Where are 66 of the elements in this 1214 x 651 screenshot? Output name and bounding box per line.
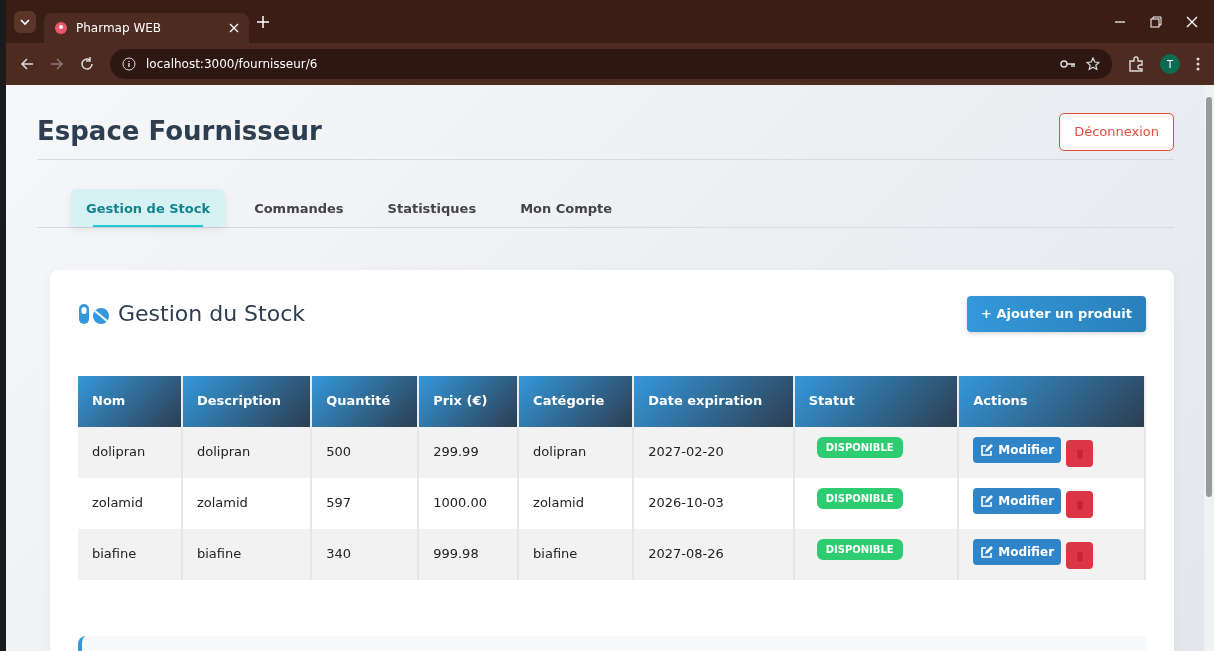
key-icon[interactable] bbox=[1060, 59, 1076, 69]
menu-icon[interactable] bbox=[1196, 57, 1200, 71]
table-cell: 597 bbox=[311, 477, 419, 529]
table-cell: 299.99 bbox=[418, 426, 519, 478]
browser-tab[interactable]: Pharmap WEB bbox=[44, 12, 249, 43]
edit-icon bbox=[980, 494, 994, 508]
delete-button[interactable] bbox=[1066, 490, 1094, 518]
column-header: Actions bbox=[958, 375, 1145, 427]
puzzle-icon[interactable] bbox=[1128, 56, 1144, 72]
table-cell: zolamid bbox=[78, 477, 182, 529]
forward-icon[interactable] bbox=[50, 57, 64, 71]
tab-title: Pharmap WEB bbox=[76, 19, 163, 37]
edit-button[interactable]: Modifier bbox=[973, 539, 1062, 566]
profile-avatar[interactable]: T bbox=[1160, 54, 1180, 74]
table-cell: 999.98 bbox=[418, 528, 519, 580]
edit-icon bbox=[980, 545, 994, 559]
info-icon bbox=[122, 57, 136, 71]
column-header: Date expiration bbox=[633, 375, 794, 427]
column-header: Description bbox=[181, 375, 312, 427]
column-header: Nom bbox=[78, 375, 182, 427]
table-cell: zolamid bbox=[518, 477, 634, 529]
pills-icon bbox=[78, 302, 110, 325]
column-header: Statut bbox=[793, 375, 959, 427]
nav-tab[interactable]: Mon Compte bbox=[505, 188, 628, 227]
delete-button[interactable] bbox=[1066, 439, 1094, 467]
nav-tab[interactable]: Statistiques bbox=[372, 188, 492, 227]
reload-icon[interactable] bbox=[80, 57, 94, 71]
table-cell: biafine bbox=[78, 528, 182, 580]
edit-button[interactable]: Modifier bbox=[973, 488, 1062, 515]
table-cell: 2027-02-20 bbox=[633, 426, 794, 478]
back-icon[interactable] bbox=[20, 57, 34, 71]
page-title: Espace Fournisseur bbox=[37, 116, 322, 148]
table-cell: 1000.00 bbox=[418, 477, 519, 529]
table-cell: 2026-10-03 bbox=[633, 477, 794, 529]
table-cell: 340 bbox=[311, 528, 419, 580]
new-tab-icon[interactable] bbox=[257, 15, 269, 28]
status-badge: DISPONIBLE bbox=[816, 436, 903, 458]
section-title: Gestion du Stock bbox=[118, 300, 305, 327]
table-cell: dolipran bbox=[181, 426, 312, 478]
column-header: Prix (€) bbox=[418, 375, 519, 427]
status-badge: DISPONIBLE bbox=[816, 538, 903, 560]
delete-button[interactable] bbox=[1066, 541, 1094, 569]
table-cell: biafine bbox=[181, 528, 312, 580]
restore-icon[interactable] bbox=[1150, 15, 1162, 28]
column-header: Catégorie bbox=[518, 375, 634, 427]
table-cell: dolipran bbox=[518, 426, 634, 478]
nav-tab[interactable]: Gestion de Stock bbox=[71, 188, 226, 227]
address-bar[interactable]: localhost:3000/fournisseur/6 bbox=[110, 49, 1112, 79]
scrollbar[interactable] bbox=[1204, 85, 1214, 651]
status-badge: DISPONIBLE bbox=[816, 487, 903, 509]
add-product-button[interactable]: + Ajouter un produit bbox=[967, 296, 1146, 332]
close-icon[interactable] bbox=[229, 22, 239, 33]
table-cell: biafine bbox=[518, 528, 634, 580]
nav-tab[interactable]: Commandes bbox=[239, 188, 359, 227]
star-icon[interactable] bbox=[1086, 57, 1100, 71]
url-text: localhost:3000/fournisseur/6 bbox=[146, 56, 319, 73]
logout-button[interactable]: Déconnexion bbox=[1059, 113, 1174, 151]
table-cell: zolamid bbox=[181, 477, 312, 529]
edit-button[interactable]: Modifier bbox=[973, 437, 1062, 464]
tab-list-icon[interactable] bbox=[14, 10, 36, 33]
table-cell: 500 bbox=[311, 426, 419, 478]
edit-icon bbox=[980, 443, 994, 457]
table-cell: 2027-08-26 bbox=[633, 528, 794, 580]
table-cell: dolipran bbox=[78, 426, 182, 478]
column-header: Quantité bbox=[311, 375, 419, 427]
close-icon[interactable] bbox=[1186, 15, 1198, 28]
